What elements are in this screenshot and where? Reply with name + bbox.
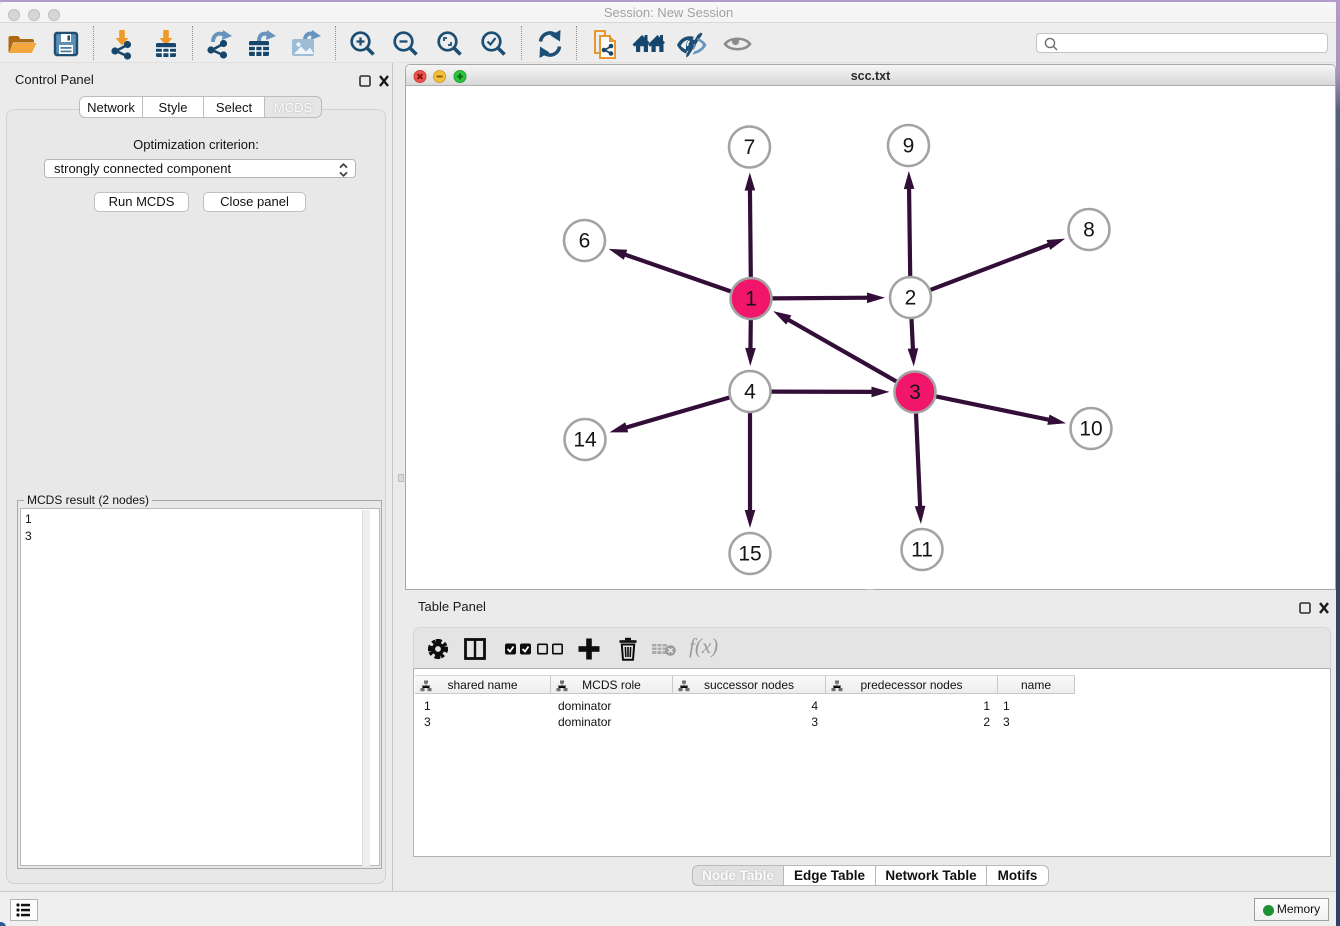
svg-text:1: 1 — [745, 288, 757, 311]
svg-text:2: 2 — [905, 287, 917, 310]
svg-text:7: 7 — [744, 136, 756, 159]
svg-text:9: 9 — [903, 135, 915, 158]
svg-text:14: 14 — [573, 429, 597, 452]
svg-text:8: 8 — [1083, 219, 1095, 242]
svg-text:3: 3 — [909, 381, 921, 404]
svg-text:10: 10 — [1079, 418, 1102, 441]
svg-text:15: 15 — [738, 543, 761, 566]
svg-text:11: 11 — [911, 539, 933, 562]
svg-text:6: 6 — [579, 230, 591, 253]
svg-text:4: 4 — [744, 381, 756, 404]
